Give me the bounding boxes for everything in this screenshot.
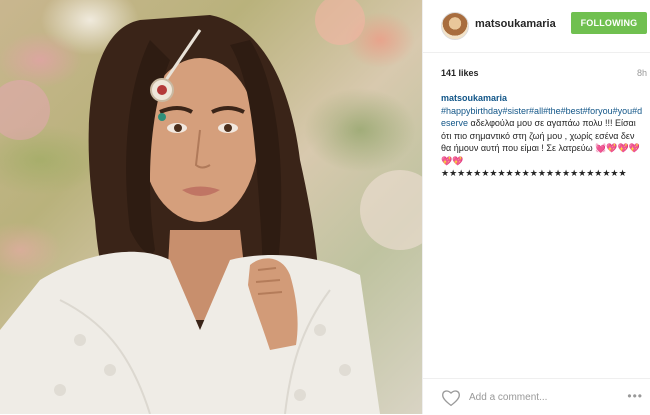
post-photo[interactable]: [0, 0, 422, 414]
header-username[interactable]: matsoukamaria: [475, 18, 556, 30]
avatar[interactable]: [441, 12, 469, 40]
comment-input[interactable]: Add a comment...: [469, 392, 547, 403]
caption-username[interactable]: matsoukamaria: [441, 93, 507, 103]
likes-count[interactable]: 141 likes: [441, 68, 479, 78]
heart-icon[interactable]: [441, 389, 461, 407]
more-options-icon[interactable]: •••: [627, 389, 643, 403]
post-caption: matsoukamaria #happybirthday#sister#all#…: [441, 92, 647, 180]
comment-bar: Add a comment... •••: [423, 378, 650, 415]
post-stats: 141 likes 8h: [441, 68, 647, 78]
following-button[interactable]: FOLLOWING: [571, 12, 647, 34]
post-header: matsoukamaria FOLLOWING: [423, 0, 650, 53]
post-side-panel: matsoukamaria FOLLOWING 141 likes 8h mat…: [422, 0, 650, 414]
caption-text: αδελφούλα μου σε αγαπάω πολυ !!! Είσαι ό…: [441, 118, 641, 178]
post-time: 8h: [636, 68, 647, 78]
portrait-illustration: [0, 0, 422, 414]
